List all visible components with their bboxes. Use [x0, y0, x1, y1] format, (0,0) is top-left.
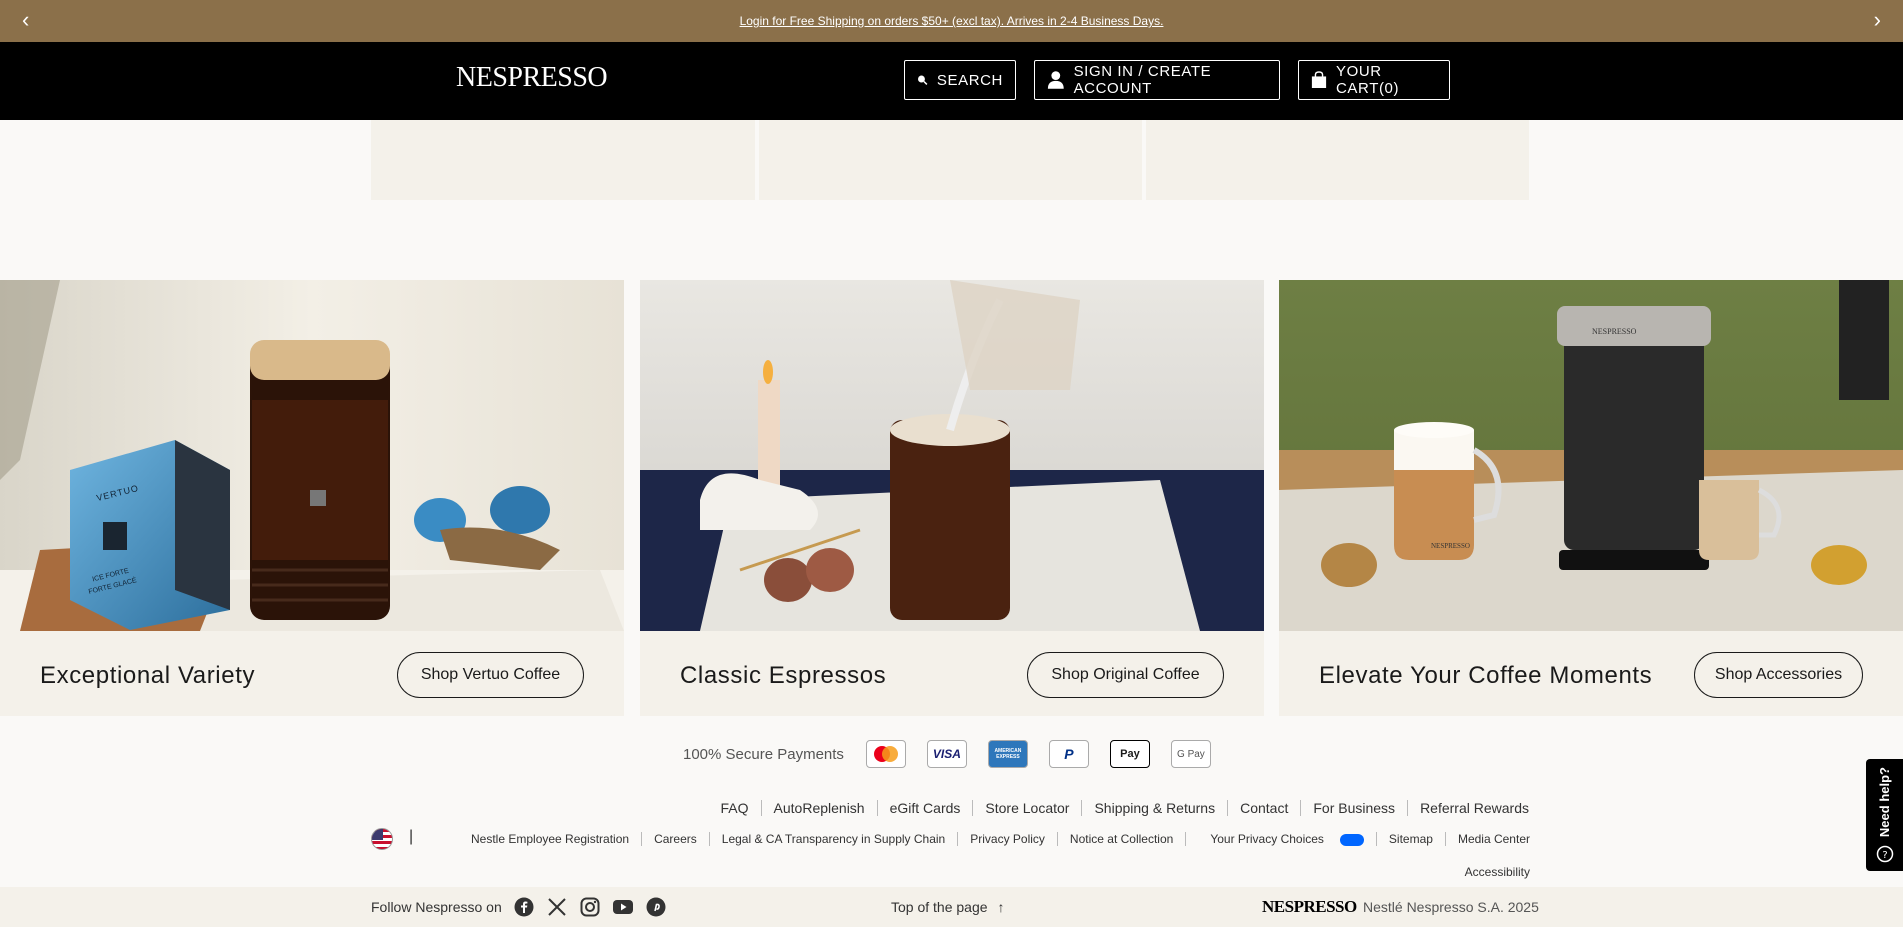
copyright-text: Nestlé Nespresso S.A. 2025 [1363, 899, 1539, 915]
pinterest-icon[interactable] [646, 897, 666, 917]
search-button[interactable]: SEARCH [904, 60, 1016, 100]
visa-icon: VISA [926, 740, 967, 768]
footer-link-accessibility[interactable]: Accessibility [1465, 865, 1530, 879]
secure-payments: 100% Secure Payments VISA AMERICAN EXPRE… [683, 740, 1232, 768]
mug-brand: NESPRESSO [1431, 542, 1470, 550]
facebook-icon[interactable] [514, 897, 534, 917]
footer-link-egift-cards[interactable]: eGift Cards [876, 800, 973, 816]
x-twitter-icon[interactable] [547, 897, 567, 917]
footer-link-for-business[interactable]: For Business [1300, 800, 1407, 816]
footer-nespresso-logo: NESPRESSO [1262, 897, 1357, 916]
instagram-icon[interactable] [580, 897, 600, 917]
promo-cards: VERTUO ICE FORTE FORTE GLACÉ Exceptional… [0, 280, 1903, 716]
footer-link-sitemap[interactable]: Sitemap [1375, 832, 1445, 846]
footer-link-store-locator[interactable]: Store Locator [972, 800, 1081, 816]
amex-icon: AMERICAN EXPRESS [987, 740, 1028, 768]
card-accessories: NESPRESSO NESPRESSO Elevate Your Coffee … [1279, 280, 1903, 716]
footer-link-contact[interactable]: Contact [1227, 800, 1300, 816]
footer-link-media-center[interactable]: Media Center [1444, 832, 1530, 846]
sign-in-button-label: SIGN IN / CREATE ACCOUNT [1073, 63, 1212, 97]
card-vertuo: VERTUO ICE FORTE FORTE GLACÉ Exceptional… [0, 280, 624, 716]
card-title: Classic Espressos [680, 662, 887, 689]
footer-link-privacy-choices-label: Your Privacy Choices [1210, 832, 1324, 846]
cart-button-label: YOUR CART(0) [1336, 63, 1400, 97]
search-icon [917, 75, 928, 85]
shop-accessories-button[interactable]: Shop Accessories [1694, 652, 1863, 698]
shopping-bag-icon [1311, 71, 1327, 88]
top-tile-row [371, 120, 1529, 200]
top-tile [371, 120, 755, 200]
machine-brand: NESPRESSO [1592, 327, 1637, 336]
original-image [640, 280, 1264, 631]
arrow-up-icon: ↑ [997, 899, 1005, 915]
site-header: NESPRESSO SEARCH SIGN IN / CREATE ACCOUN… [0, 42, 1903, 120]
nespresso-logo[interactable]: NESPRESSO [456, 62, 608, 94]
google-pay-icon: G Pay [1170, 740, 1211, 768]
shop-vertuo-button[interactable]: Shop Vertuo Coffee [397, 652, 584, 698]
flag-separator: | [409, 828, 414, 845]
card-original: Classic Espressos Shop Original Coffee [640, 280, 1264, 716]
youtube-icon[interactable] [613, 897, 633, 917]
cart-button[interactable]: YOUR CART(0) [1298, 60, 1450, 100]
footer-links-secondary: Nestle Employee Registration Careers Leg… [459, 832, 1530, 846]
promo-bar: ‹ Login for Free Shipping on orders $50+… [0, 0, 1903, 42]
promo-link[interactable]: Login for Free Shipping on orders $50+ (… [740, 14, 1164, 28]
footer-link-employee-registration[interactable]: Nestle Employee Registration [459, 832, 641, 846]
follow-label: Follow Nespresso on [371, 899, 502, 915]
user-icon [1047, 71, 1064, 89]
footer-link-faq[interactable]: FAQ [709, 800, 761, 816]
shop-original-button[interactable]: Shop Original Coffee [1027, 652, 1224, 698]
footer-bottom-bar: Follow Nespresso on Top of the page ↑ NES… [0, 887, 1903, 927]
promo-next-arrow-icon[interactable]: › [1874, 9, 1881, 31]
apple-pay-icon: Pay [1109, 740, 1150, 768]
mastercard-icon [865, 740, 906, 768]
footer-link-legal[interactable]: Legal & CA Transparency in Supply Chain [708, 832, 957, 846]
privacy-choices-icon [1339, 833, 1364, 846]
footer-link-careers[interactable]: Careers [641, 832, 709, 846]
svg-text:?: ? [1882, 850, 1887, 861]
us-flag-icon[interactable] [371, 828, 393, 850]
card-title: Exceptional Variety [40, 662, 256, 689]
footer-link-notice-at-collection[interactable]: Notice at Collection [1056, 832, 1185, 846]
card-title: Elevate Your Coffee Moments [1319, 662, 1653, 689]
footer-link-referral-rewards[interactable]: Referral Rewards [1407, 800, 1529, 816]
top-tile [759, 120, 1142, 200]
search-button-label: SEARCH [936, 71, 1003, 89]
paypal-icon: P [1048, 740, 1089, 768]
footer-links-primary: FAQ AutoReplenish eGift Cards Store Loca… [709, 800, 1529, 816]
footer-link-privacy-policy[interactable]: Privacy Policy [957, 832, 1057, 846]
promo-prev-arrow-icon[interactable]: ‹ [22, 9, 29, 31]
sign-in-button[interactable]: SIGN IN / CREATE ACCOUNT [1034, 60, 1280, 100]
top-tile [1146, 120, 1529, 200]
accessories-image: NESPRESSO NESPRESSO [1279, 280, 1903, 631]
chat-help-icon: ? [1876, 845, 1893, 863]
footer-link-autoreplenish[interactable]: AutoReplenish [760, 800, 877, 816]
footer-link-shipping-returns[interactable]: Shipping & Returns [1081, 800, 1227, 816]
top-of-page-link[interactable]: Top of the page ↑ [891, 899, 1005, 915]
top-of-page-label: Top of the page [891, 899, 988, 915]
need-help-tab[interactable]: Need help? ? [1866, 759, 1903, 871]
need-help-label: Need help? [1877, 766, 1892, 838]
secure-payments-label: 100% Secure Payments [683, 745, 844, 763]
vertuo-image: VERTUO ICE FORTE FORTE GLACÉ [0, 280, 624, 631]
footer-link-privacy-choices[interactable]: Your Privacy Choices [1185, 832, 1376, 846]
